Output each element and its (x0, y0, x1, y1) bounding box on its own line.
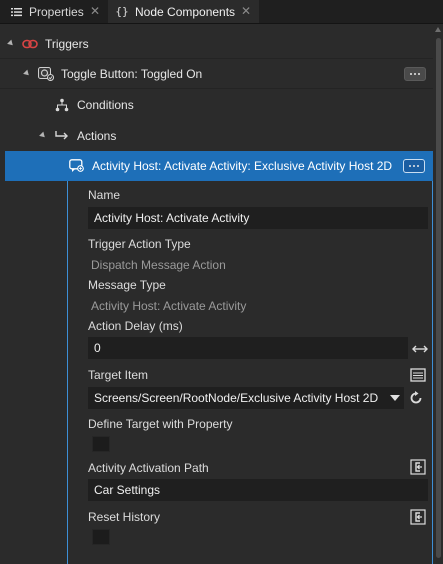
drag-adjust-icon[interactable] (411, 341, 429, 357)
property-label-reset-history: Reset History (88, 510, 161, 524)
activation-path-field[interactable]: Car Settings (88, 479, 428, 501)
tree-item-label: Activity Host: Activate Activity: Exclus… (92, 159, 393, 173)
tree-item-triggers[interactable]: Triggers (0, 28, 433, 59)
property-label-trigger-action-type: Trigger Action Type (88, 237, 191, 251)
chevron-down-icon[interactable] (390, 395, 400, 401)
target-picker-icon[interactable] (409, 367, 427, 383)
property-label-message-type: Message Type (88, 278, 166, 292)
tab-properties[interactable]: Properties ✕ (0, 0, 108, 23)
close-icon[interactable]: ✕ (90, 5, 100, 17)
tree-item-toggle-button[interactable]: Toggle Button: Toggled On (0, 58, 433, 89)
hierarchy-icon (54, 98, 70, 112)
more-options-button[interactable] (403, 159, 425, 173)
reset-history-checkbox[interactable] (92, 529, 110, 545)
trigger-icon (38, 66, 54, 81)
scroll-up-arrow[interactable] (435, 27, 441, 32)
property-label-activation-path: Activity Activation Path (88, 461, 209, 475)
property-label-action-delay: Action Delay (ms) (88, 319, 183, 333)
tree-item-label: Toggle Button: Toggled On (61, 66, 203, 81)
tree-item-activity-host-action[interactable]: Activity Host: Activate Activity: Exclus… (5, 151, 433, 181)
message-icon (69, 159, 85, 173)
tree-item-label: Conditions (77, 97, 134, 112)
name-field[interactable]: Activity Host: Activate Activity (88, 207, 428, 229)
action-delay-field[interactable]: 0 (88, 337, 408, 359)
braces-icon: {} (115, 5, 129, 18)
tree-item-actions[interactable]: Actions (0, 120, 433, 151)
tab-bar: Properties ✕ {} Node Components ✕ (0, 0, 443, 24)
expand-caret-icon[interactable] (23, 69, 31, 78)
expand-caret-icon[interactable] (7, 39, 15, 48)
property-label-name: Name (88, 188, 121, 202)
property-label-define-target: Define Target with Property (88, 417, 233, 431)
scrollbar-thumb[interactable] (436, 38, 441, 558)
tree-item-label: Actions (77, 128, 117, 143)
close-icon[interactable]: ✕ (241, 5, 251, 17)
bind-property-icon[interactable] (409, 459, 427, 475)
tab-label: Properties (29, 4, 84, 19)
reset-icon[interactable] (407, 390, 425, 406)
tab-label: Node Components (135, 4, 236, 19)
target-item-dropdown[interactable]: Screens/Screen/RootNode/Exclusive Activi… (88, 387, 404, 409)
more-options-button[interactable] (404, 67, 426, 81)
arrow-right-icon (54, 129, 70, 143)
trigger-action-type-value: Dispatch Message Action (91, 258, 226, 272)
bind-property-icon[interactable] (409, 509, 427, 525)
tree-item-conditions[interactable]: Conditions (0, 89, 433, 120)
expand-caret-icon[interactable] (39, 131, 47, 140)
tree-item-label: Triggers (45, 36, 89, 51)
list-icon (10, 6, 22, 18)
link-icon (22, 37, 38, 51)
tab-node-components[interactable]: {} Node Components ✕ (108, 0, 259, 23)
message-type-value: Activity Host: Activate Activity (91, 299, 247, 313)
define-target-checkbox[interactable] (92, 436, 110, 452)
property-label-target-item: Target Item (88, 368, 149, 382)
